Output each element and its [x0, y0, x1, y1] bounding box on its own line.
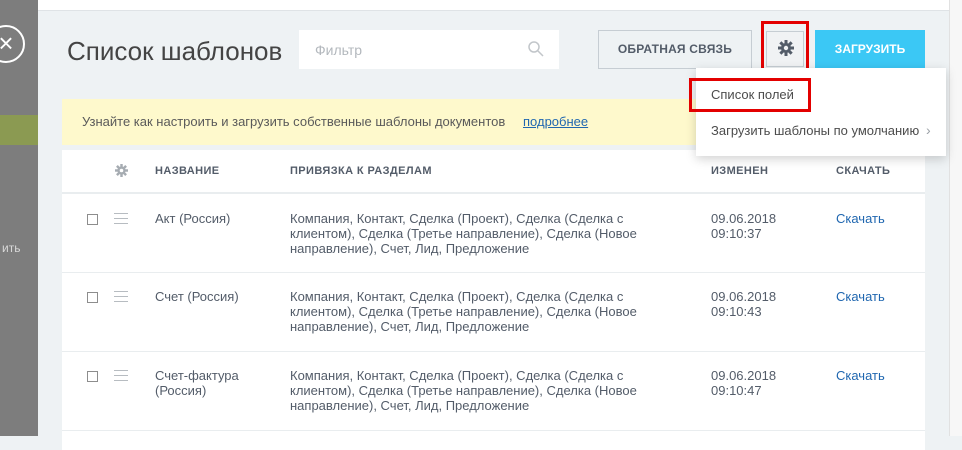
template-binding: Компания, Контакт, Сделка (Проект), Сдел…	[290, 368, 637, 413]
binding-line: направление), Счет, Лид, Предложение	[290, 241, 530, 256]
chevron-right-icon: ›	[926, 122, 931, 138]
template-name: Акт (Россия)	[155, 211, 231, 226]
top-rule	[38, 0, 962, 11]
drag-handle-icon[interactable]	[114, 370, 128, 381]
binding-line: клиентом), Сделка (Третье направление), …	[290, 226, 637, 241]
page-title: Список шаблонов	[67, 36, 283, 66]
upload-button[interactable]: ЗАГРУЗИТЬ	[815, 30, 925, 69]
backdrop-green-strip	[0, 115, 38, 145]
right-scroll-strip	[949, 0, 962, 436]
download-link[interactable]: Скачать	[836, 368, 885, 383]
binding-line: клиентом), Сделка (Третье направление), …	[290, 383, 637, 398]
templates-table: НАЗВАНИЕ ПРИВЯЗКА К РАЗДЕЛАМ ИЗМЕНЕН СКА…	[62, 150, 925, 450]
template-modified: 09.06.2018 09:10:43	[711, 289, 776, 319]
backdrop-label: ить	[2, 241, 21, 255]
template-modified: 09.06.2018 09:10:47	[711, 368, 776, 398]
template-name-line: Счет-фактура	[155, 368, 239, 383]
template-modified: 09.06.2018 09:10:37	[711, 211, 776, 241]
column-header-name[interactable]: НАЗВАНИЕ	[155, 165, 220, 177]
row-checkbox[interactable]	[87, 214, 98, 225]
template-binding: Компания, Контакт, Сделка (Проект), Сдел…	[290, 289, 637, 334]
settings-button-face[interactable]	[766, 31, 804, 67]
modified-date: 09.06.2018	[711, 368, 777, 383]
modified-time: 09:10:37	[711, 226, 762, 241]
drag-handle-icon[interactable]	[114, 213, 128, 224]
download-link[interactable]: Скачать	[836, 289, 885, 304]
column-header-modified[interactable]: ИЗМЕНЕН	[711, 165, 768, 177]
banner-more-link[interactable]: подробнее	[523, 99, 588, 145]
column-settings-gear-icon[interactable]	[115, 164, 128, 177]
column-header-binding[interactable]: ПРИВЯЗКА К РАЗДЕЛАМ	[290, 165, 432, 177]
modified-time: 09:10:47	[711, 383, 762, 398]
binding-line: направление), Счет, Лид, Предложение	[290, 398, 530, 413]
template-binding: Компания, Контакт, Сделка (Проект), Сдел…	[290, 211, 637, 256]
download-link[interactable]: Скачать	[836, 211, 885, 226]
row-checkbox[interactable]	[87, 371, 98, 382]
table-row: Счет-фактура (Россия) Компания, Контакт,…	[62, 352, 925, 431]
table-row: Акт (Россия) Компания, Контакт, Сделка (…	[62, 194, 925, 273]
search-icon[interactable]	[527, 40, 545, 58]
page-backdrop: ить	[0, 0, 38, 436]
modified-date: 09.06.2018	[711, 211, 777, 226]
row-checkbox[interactable]	[87, 292, 98, 303]
template-name-line: (Россия)	[155, 383, 207, 398]
banner-text: Узнайте как настроить и загрузить собств…	[82, 114, 506, 129]
template-name: Счет-фактура (Россия)	[155, 368, 239, 398]
feedback-button[interactable]: ОБРАТНАЯ СВЯЗЬ	[598, 30, 752, 69]
filter-input[interactable]	[299, 30, 559, 69]
gear-icon	[778, 40, 794, 56]
highlight-box	[689, 78, 811, 112]
table-header: НАЗВАНИЕ ПРИВЯЗКА К РАЗДЕЛАМ ИЗМЕНЕН СКА…	[62, 150, 925, 194]
menu-item-load-default-templates[interactable]: Загрузить шаблоны по умолчанию	[711, 123, 919, 138]
template-name: Счет (Россия)	[155, 289, 239, 304]
table-row: Счет (Россия) Компания, Контакт, Сделка …	[62, 273, 925, 352]
binding-line: Компания, Контакт, Сделка (Проект), Сдел…	[290, 211, 624, 226]
binding-line: Компания, Контакт, Сделка (Проект), Сдел…	[290, 368, 624, 383]
settings-button[interactable]	[761, 21, 809, 73]
binding-line: клиентом), Сделка (Третье направление), …	[290, 304, 637, 319]
column-header-download: СКАЧАТЬ	[836, 165, 891, 177]
binding-line: Компания, Контакт, Сделка (Проект), Сдел…	[290, 289, 624, 304]
binding-line: направление), Счет, Лид, Предложение	[290, 319, 530, 334]
modified-time: 09:10:43	[711, 304, 762, 319]
drag-handle-icon[interactable]	[114, 291, 128, 302]
modified-date: 09.06.2018	[711, 289, 777, 304]
